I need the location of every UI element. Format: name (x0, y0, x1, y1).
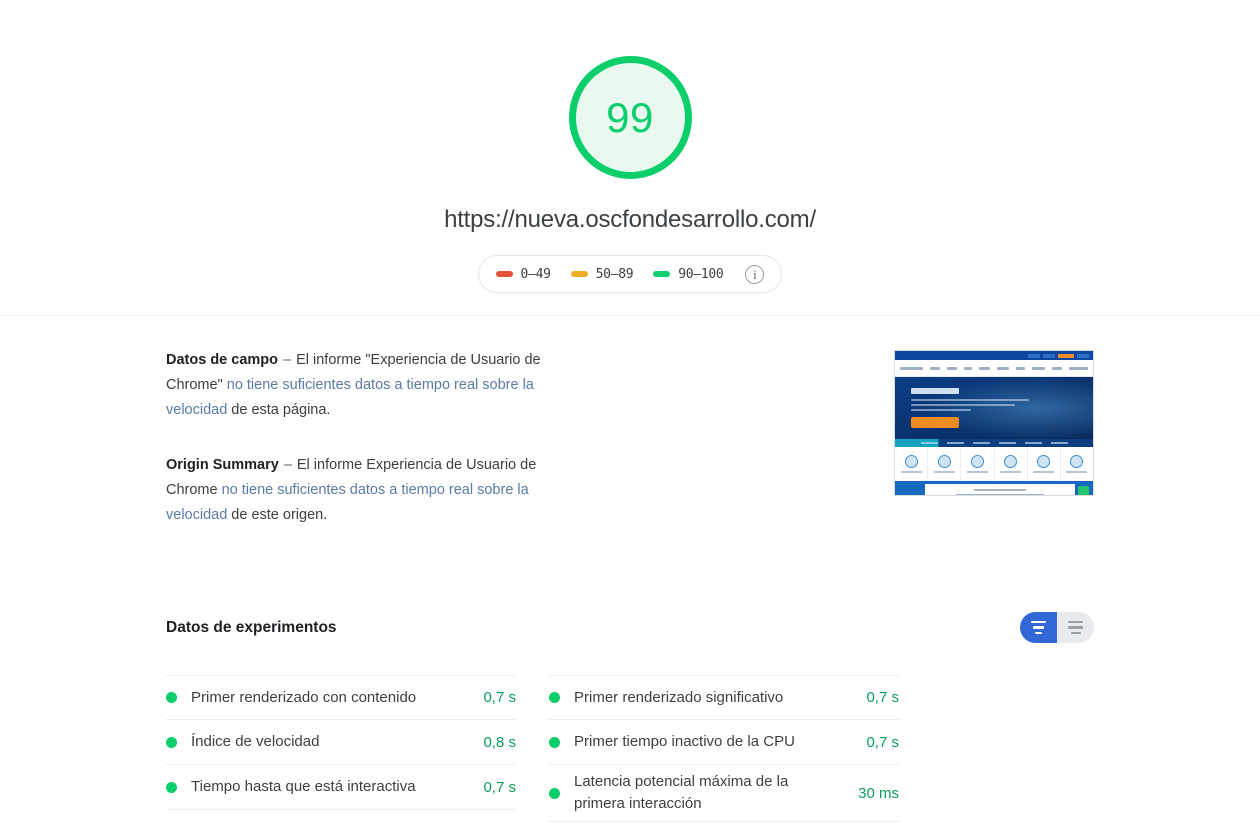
field-data-text-2: de esta página. (227, 402, 331, 418)
metrics-column-left: Primer renderizado con contenido 0,7 s Í… (166, 675, 516, 822)
performance-score-gauge: 99 (568, 56, 692, 179)
origin-summary-text-2: de este origen. (227, 507, 328, 523)
info-icon[interactable]: i (745, 264, 765, 284)
status-dot-good (166, 736, 177, 748)
list-lines-icon (1031, 620, 1046, 624)
preview-hero (895, 377, 1093, 447)
metric-row[interactable]: Índice de velocidad 0,8 s (166, 720, 516, 765)
field-data-title: Datos de campo (166, 352, 278, 368)
metric-row[interactable]: Primer tiempo inactivo de la CPU 0,7 s (549, 720, 899, 765)
metric-value: 0,7 s (866, 733, 899, 751)
summary-section: Datos de campo – El informe "Experiencia d… (0, 316, 1260, 558)
preview-card-icon (904, 455, 918, 468)
lab-data-header: Datos de experimentos (166, 612, 1094, 643)
metric-value: 0,8 s (483, 733, 516, 751)
preview-card-icon (1070, 455, 1084, 468)
metric-label: Primer tiempo inactivo de la CPU (574, 733, 795, 750)
score-header: 99 https://nueva.oscfondesarrollo.com/ 0… (0, 0, 1260, 316)
status-dot-good (166, 692, 177, 703)
metric-label: Tiempo hasta que está interactiva (191, 778, 416, 795)
status-dot-good (549, 787, 560, 799)
preview-chat-icon (1078, 485, 1089, 495)
preview-hero-headline (911, 388, 959, 394)
metric-value: 0,7 s (483, 778, 516, 796)
origin-summary-paragraph: Origin Summary – El informe Experiencia de… (166, 453, 577, 528)
preview-hero-button (911, 417, 959, 428)
legend-label-average: 50–89 (595, 266, 634, 282)
metric-row[interactable]: Primer renderizado con contenido 0,7 s (166, 675, 516, 720)
preview-card-icon (1037, 455, 1051, 468)
metric-label: Primer renderizado significativo (574, 688, 784, 706)
legend-pill-average-icon (570, 271, 588, 277)
legend-item-average: 50–89 (570, 266, 634, 282)
legend-label-good: 90–100 (678, 266, 724, 282)
lab-data-title: Datos de experimentos (166, 618, 337, 636)
preview-logo (900, 366, 924, 370)
lab-data-section: Datos de experimentos Primer renderizado… (0, 612, 1260, 822)
preview-card-icon (1004, 455, 1018, 468)
page-preview-thumbnail (894, 350, 1094, 496)
status-dot-good (549, 692, 560, 703)
score-value: 99 (606, 93, 654, 141)
preview-service-cards (895, 447, 1093, 481)
preview-navbar (895, 360, 1093, 377)
preview-hero-strip (895, 439, 1093, 447)
preview-hero-text (911, 399, 1093, 411)
legend-item-good: 90–100 (653, 266, 724, 282)
preview-footer (895, 481, 1093, 495)
preview-nav-cta (1069, 366, 1089, 370)
metric-label: Primer renderizado con contenido (191, 688, 417, 706)
preview-topbar (895, 351, 1093, 360)
origin-summary-title: Origin Summary (166, 457, 279, 473)
metric-label: Latencia potencial máxima de la primera … (574, 773, 789, 812)
metric-row[interactable]: Latencia potencial máxima de la primera … (549, 765, 899, 822)
preview-column (577, 348, 1094, 558)
metric-row[interactable]: Primer renderizado significativo 0,7 s (549, 675, 899, 720)
view-toggle-group (1020, 612, 1094, 643)
analyzed-url: https://nueva.oscfondesarrollo.com/ (444, 206, 816, 233)
metrics-grid: Primer renderizado con contenido 0,7 s Í… (166, 675, 1094, 822)
origin-summary-dash: – (283, 457, 292, 473)
status-dot-good (166, 781, 177, 793)
metric-row[interactable]: Tiempo hasta que está interactiva 0,7 s (166, 765, 516, 810)
metrics-column-right: Primer renderizado significativo 0,7 s P… (549, 675, 899, 822)
list-lines-icon (1068, 620, 1083, 624)
summary-text-column: Datos de campo – El informe "Experiencia d… (166, 348, 577, 558)
metric-label: Índice de velocidad (191, 733, 320, 750)
score-legend: 0–49 50–89 90–100 i (477, 255, 783, 293)
preview-card-icon (937, 455, 951, 468)
metric-value: 30 ms (858, 784, 899, 802)
status-dot-good (549, 736, 560, 748)
legend-pill-poor-icon (495, 271, 513, 277)
field-data-paragraph: Datos de campo – El informe "Experiencia d… (166, 348, 577, 423)
field-data-dash: – (283, 352, 292, 368)
legend-pill-good-icon (653, 271, 671, 277)
compact-view-toggle[interactable] (1020, 612, 1057, 643)
preview-card-icon (970, 455, 984, 468)
metric-value: 0,7 s (866, 689, 899, 706)
legend-item-poor: 0–49 (495, 266, 551, 282)
expanded-view-toggle[interactable] (1057, 612, 1094, 643)
legend-label-poor: 0–49 (520, 266, 551, 282)
metric-value: 0,7 s (483, 689, 516, 706)
